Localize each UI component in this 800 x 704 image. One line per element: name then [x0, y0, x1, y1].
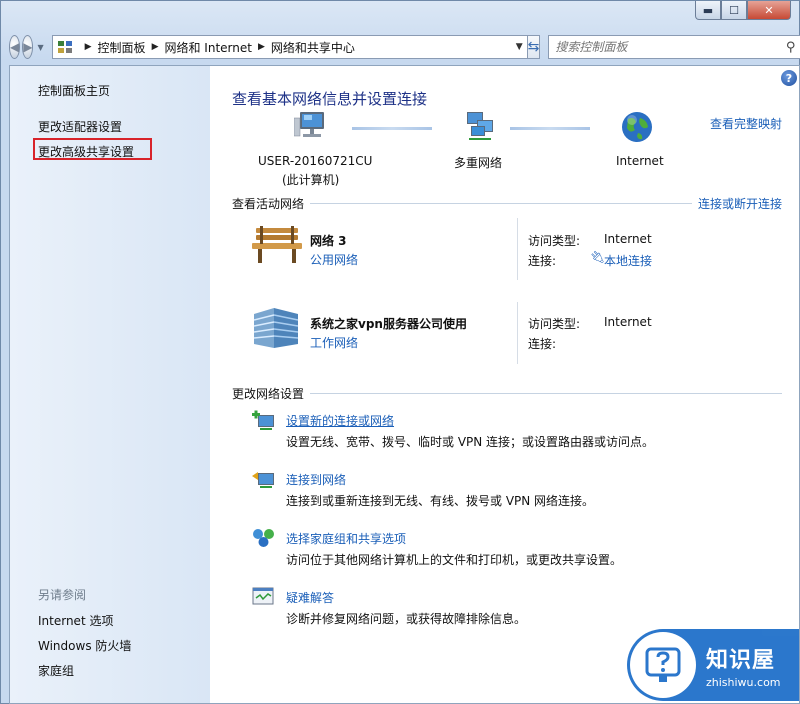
network-icon: [463, 110, 497, 145]
minimize-button[interactable]: ▬: [695, 1, 721, 20]
troubleshoot-icon: [252, 586, 276, 611]
address-bar[interactable]: ▶ 控制面板 ▶ 网络和 Internet ▶ 网络和共享中心 ▼: [51, 35, 528, 59]
sidebar: 控制面板主页 更改适配器设置 更改高级共享设置 另请参阅 Internet 选项…: [10, 66, 210, 703]
forward-arrow-icon: ▶: [23, 40, 33, 54]
search-icon[interactable]: ⚲: [786, 40, 796, 55]
task-description: 访问位于其他网络计算机上的文件和打印机，或更改共享设置。: [286, 553, 623, 567]
homegroup-icon: [252, 527, 276, 552]
connection-label: 连接:: [528, 337, 557, 351]
sidebar-item-change-adapter-settings[interactable]: 更改适配器设置: [38, 118, 122, 135]
chevron-right-icon[interactable]: ▶: [152, 42, 159, 52]
active-networks-heading: 查看活动网络: [232, 197, 305, 211]
refresh-button[interactable]: ⇆: [527, 35, 541, 59]
network-name: 系统之家vpn服务器公司使用: [310, 317, 467, 331]
back-arrow-icon: ◀: [10, 40, 20, 54]
homegroup-sharing-options-link[interactable]: 选择家庭组和共享选项: [286, 530, 406, 547]
breadcrumb-network-sharing-center[interactable]: 网络和共享中心: [271, 39, 355, 56]
task-description: 连接到或重新连接到无线、有线、拨号或 VPN 网络连接。: [286, 494, 595, 508]
network-name: 网络 3: [310, 234, 347, 248]
node-label-internet: Internet: [616, 154, 664, 168]
view-full-map-link[interactable]: 查看完整映射: [710, 115, 782, 132]
access-type-label: 访问类型:: [528, 317, 581, 331]
access-type-value: Internet: [604, 232, 652, 246]
connect-to-network-link[interactable]: 连接到网络: [286, 471, 346, 488]
content-area: 控制面板主页 更改适配器设置 更改高级共享设置 另请参阅 Internet 选项…: [9, 65, 800, 704]
breadcrumb-control-panel[interactable]: 控制面板: [98, 39, 146, 56]
change-settings-heading: 更改网络设置: [232, 387, 305, 401]
computer-icon: [293, 110, 328, 145]
search-input[interactable]: [555, 40, 786, 54]
see-also-heading: 另请参阅: [38, 588, 87, 602]
task-description: 设置无线、宽带、拨号、临时或 VPN 连接；或设置路由器或访问点。: [286, 435, 655, 449]
watermark-badge: 知识屋 zhishiwu.com: [627, 629, 799, 701]
connection-line: [510, 127, 590, 130]
connect-disconnect-link[interactable]: 连接或断开连接: [698, 195, 782, 212]
connection-line: [352, 127, 432, 130]
chevron-right-icon[interactable]: ▶: [258, 42, 265, 52]
sidebar-item-windows-firewall[interactable]: Windows 防火墙: [38, 637, 131, 654]
page-title: 查看基本网络信息并设置连接: [232, 90, 428, 108]
access-type-value: Internet: [604, 315, 652, 329]
section-divider: [310, 393, 782, 394]
node-sublabel-computer: (此计算机): [282, 173, 340, 187]
watermark-text: 知识屋 zhishiwu.com: [706, 642, 781, 689]
node-label-multiple-networks: 多重网络: [454, 156, 503, 170]
column-divider: [517, 302, 518, 364]
navigation-bar: ◀ ▶ ▼ ▶ 控制面板 ▶ 网络和 Internet ▶ 网络和共享中心 ▼ …: [9, 33, 800, 61]
control-panel-icon: [57, 39, 73, 55]
connection-label: 连接:: [528, 254, 557, 268]
sidebar-item-homegroup[interactable]: 家庭组: [38, 662, 74, 679]
access-type-label: 访问类型:: [528, 234, 581, 248]
globe-icon: [620, 110, 654, 147]
network-type-link[interactable]: 工作网络: [310, 334, 358, 351]
address-dropdown-icon[interactable]: ▼: [516, 42, 523, 52]
building-icon: [250, 306, 304, 353]
sidebar-item-control-panel-home[interactable]: 控制面板主页: [38, 82, 110, 99]
close-button[interactable]: ✕: [747, 1, 791, 20]
sidebar-item-change-advanced-sharing[interactable]: 更改高级共享设置: [38, 143, 134, 160]
main-pane: ? 查看基本网络信息并设置连接 查看完整映射 USER-20160721CU (…: [210, 66, 799, 703]
question-mark-logo-icon: [630, 632, 696, 698]
task-description: 诊断并修复网络问题，或获得故障排除信息。: [286, 612, 527, 626]
caption-buttons: ▬ ☐ ✕: [695, 1, 791, 20]
refresh-icon: ⇆: [527, 39, 540, 55]
new-connection-icon: [252, 409, 276, 434]
setup-new-connection-link[interactable]: 设置新的连接或网络: [286, 412, 394, 429]
node-label-computer: USER-20160721CU: [258, 154, 373, 168]
network-type-link[interactable]: 公用网络: [310, 251, 358, 268]
section-divider: [310, 203, 692, 204]
breadcrumb-network-internet[interactable]: 网络和 Internet: [164, 39, 251, 56]
maximize-button[interactable]: ☐: [721, 1, 747, 20]
breadcrumb: ▶ 控制面板 ▶ 网络和 Internet ▶ 网络和共享中心: [79, 39, 355, 56]
column-divider: [517, 218, 518, 280]
forward-button[interactable]: ▶: [22, 35, 34, 59]
recent-pages-dropdown-icon[interactable]: ▼: [37, 43, 43, 52]
bench-icon: [250, 224, 304, 269]
local-connection-link[interactable]: 本地连接: [604, 252, 652, 269]
ethernet-icon: 🔌︎: [590, 250, 606, 264]
connect-to-network-icon: [252, 468, 276, 493]
back-button[interactable]: ◀: [9, 35, 21, 59]
window-frame: ▬ ☐ ✕ ◀ ▶ ▼ ▶ 控制面板 ▶ 网络和 Internet ▶ 网络和共…: [0, 0, 800, 704]
watermark-title: 知识屋: [706, 647, 776, 673]
sidebar-item-internet-options[interactable]: Internet 选项: [38, 612, 113, 629]
troubleshoot-link[interactable]: 疑难解答: [286, 589, 334, 606]
chevron-right-icon[interactable]: ▶: [85, 42, 92, 52]
help-icon[interactable]: ?: [781, 70, 797, 86]
watermark-url: zhishiwu.com: [706, 675, 781, 689]
search-box[interactable]: ⚲: [548, 35, 800, 59]
